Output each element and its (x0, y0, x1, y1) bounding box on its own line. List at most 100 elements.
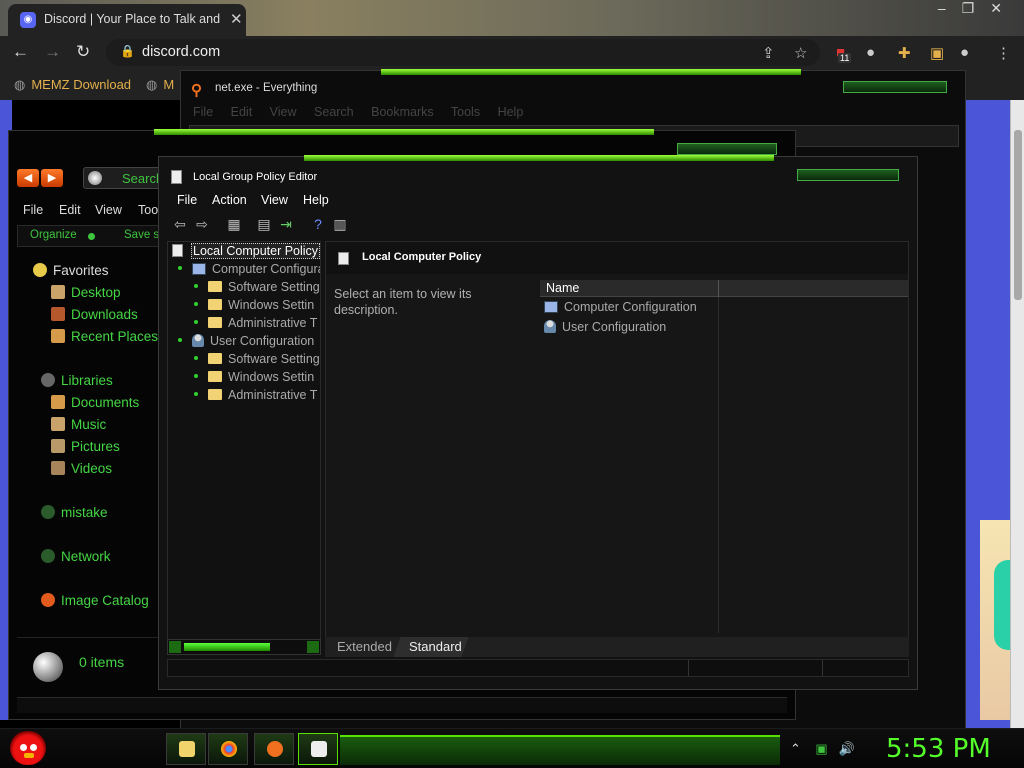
nav-libraries[interactable]: Libraries (41, 373, 113, 393)
scrollbar-thumb[interactable] (1014, 130, 1022, 300)
menu-action[interactable]: Action (212, 193, 247, 207)
window-caption-buttons[interactable] (843, 81, 947, 93)
scroll-right-icon[interactable] (307, 641, 319, 653)
expand-bullet-icon[interactable] (194, 302, 198, 306)
scrollbar-thumb[interactable] (184, 643, 270, 651)
extended-view-icon[interactable]: ▥ (331, 216, 349, 233)
scroll-left-icon[interactable] (169, 641, 181, 653)
menu-search[interactable]: Search (314, 105, 354, 119)
expand-bullet-icon[interactable] (194, 392, 198, 396)
bookmark-memz[interactable]: ◍ MEMZ Download (14, 77, 131, 93)
expand-bullet-icon[interactable] (194, 356, 198, 360)
nav-downloads[interactable]: Downloads (51, 307, 138, 327)
tab-close-icon[interactable]: ✕ (230, 10, 243, 28)
expand-bullet-icon[interactable] (194, 320, 198, 324)
bookmark-star-icon[interactable]: ☆ (794, 44, 807, 62)
reload-icon[interactable]: ↻ (76, 42, 90, 62)
menu-tools[interactable]: Tools (451, 105, 480, 119)
forward-arrow-icon[interactable]: ⇨ (193, 216, 211, 233)
menu-edit[interactable]: Edit (59, 203, 81, 217)
nav-desktop[interactable]: Desktop (51, 285, 121, 305)
taskbar-everything[interactable] (254, 733, 294, 765)
menu-view[interactable]: View (261, 193, 288, 207)
extension-flag-icon[interactable]: ● (866, 44, 875, 61)
show-hide-tree-icon[interactable]: ▦ (225, 216, 243, 233)
bookmark-m[interactable]: ◍ M (146, 77, 174, 93)
profile-avatar-icon[interactable]: ● (960, 44, 969, 61)
nav-videos[interactable]: Videos (51, 461, 112, 481)
explorer-search-box[interactable]: Search (83, 167, 163, 189)
tree-user-administrative-templates[interactable]: Administrative T (194, 388, 317, 406)
page-scrollbar[interactable] (1010, 100, 1024, 728)
tree-user-configuration[interactable]: User Configuration (178, 334, 314, 352)
expand-bullet-icon[interactable] (178, 338, 182, 342)
list-item-computer-configuration[interactable]: Computer Configuration (544, 300, 697, 318)
address-bar-url[interactable]: discord.com (142, 44, 220, 60)
menu-help[interactable]: Help (303, 193, 329, 207)
volume-icon[interactable]: 🔊 (839, 741, 855, 756)
maximize-icon[interactable]: ❐ (962, 0, 991, 16)
tab-extended[interactable]: Extended (337, 639, 392, 654)
browser-tab-discord[interactable]: ◉ Discord | Your Place to Talk and H ✕ (8, 4, 246, 36)
tree-root[interactable]: Local Computer Policy (172, 243, 320, 262)
start-button[interactable] (10, 731, 46, 765)
tree-user-software-settings[interactable]: Software Setting (194, 352, 320, 370)
taskbar-explorer[interactable] (166, 733, 206, 765)
column-header-name[interactable]: Name (546, 281, 579, 295)
lock-icon[interactable]: 🔒 (120, 44, 135, 58)
nav-network[interactable]: Network (41, 549, 111, 569)
nav-image-catalog[interactable]: Image Catalog (41, 593, 149, 613)
nav-recent-places[interactable]: Recent Places (51, 329, 158, 349)
taskbar-clock[interactable]: 5:53 PM (886, 734, 991, 764)
taskbar-gpedit[interactable] (298, 733, 338, 765)
menu-bookmarks[interactable]: Bookmarks (371, 105, 434, 119)
nav-documents[interactable]: Documents (51, 395, 139, 415)
menu-file[interactable]: File (23, 203, 43, 217)
expand-bullet-icon[interactable] (194, 284, 198, 288)
side-panel-icon[interactable]: ▣ (930, 44, 944, 62)
share-icon[interactable]: ⇪ (762, 44, 775, 62)
menu-kebab-icon[interactable]: ⋮ (996, 44, 1011, 62)
expand-bullet-icon[interactable] (178, 266, 182, 270)
extensions-puzzle-icon[interactable]: ✚ (898, 44, 911, 62)
tree-horizontal-scrollbar[interactable] (167, 639, 321, 655)
tray-up-arrow-icon[interactable]: ⌃ (790, 741, 801, 756)
export-list-icon[interactable]: ⇥ (277, 216, 295, 233)
organize-button[interactable]: Organize (30, 229, 77, 241)
nav-mistake[interactable]: mistake (41, 505, 108, 525)
back-icon[interactable]: ← (12, 42, 29, 62)
column-separator[interactable] (718, 280, 719, 297)
menu-view[interactable]: View (270, 105, 297, 119)
properties-icon[interactable]: ▤ (255, 216, 273, 233)
taskbar-chrome[interactable] (208, 733, 248, 765)
menu-tools[interactable]: Too (138, 203, 158, 217)
expand-bullet-icon[interactable] (194, 374, 198, 378)
forward-icon[interactable]: ▶ (41, 169, 63, 187)
nav-music[interactable]: Music (51, 417, 106, 437)
network-tray-icon[interactable]: ▣ (815, 741, 827, 756)
close-icon[interactable]: ✕ (990, 0, 1018, 16)
list-item-user-configuration[interactable]: User Configuration (544, 320, 666, 338)
tree-user-windows-settings[interactable]: Windows Settin (194, 370, 314, 388)
menu-file[interactable]: File (177, 193, 197, 207)
tree-administrative-templates[interactable]: Administrative T (194, 316, 317, 334)
organize-dropdown-icon[interactable] (88, 233, 95, 240)
tab-standard[interactable]: Standard (409, 639, 462, 654)
menu-view[interactable]: View (95, 203, 122, 217)
minimize-icon[interactable]: – (938, 0, 962, 16)
window-caption-buttons[interactable] (797, 169, 899, 181)
tree-computer-configuration[interactable]: Computer Configura (178, 262, 320, 280)
menu-help[interactable]: Help (498, 105, 524, 119)
help-icon[interactable]: ? (309, 216, 327, 233)
back-icon[interactable]: ◀ (17, 169, 39, 187)
nav-favorites[interactable]: Favorites (33, 263, 109, 283)
menu-file[interactable]: File (193, 105, 213, 119)
nav-pictures[interactable]: Pictures (51, 439, 120, 459)
forward-icon[interactable]: → (44, 42, 61, 62)
window-controls[interactable]: –❐✕ (938, 0, 1018, 17)
address-bar[interactable]: 🔒 discord.com (106, 39, 820, 66)
tree-windows-settings[interactable]: Windows Settin (194, 298, 314, 316)
menu-edit[interactable]: Edit (231, 105, 253, 119)
window-caption-buttons[interactable] (677, 143, 777, 155)
tree-software-settings[interactable]: Software Setting (194, 280, 320, 298)
